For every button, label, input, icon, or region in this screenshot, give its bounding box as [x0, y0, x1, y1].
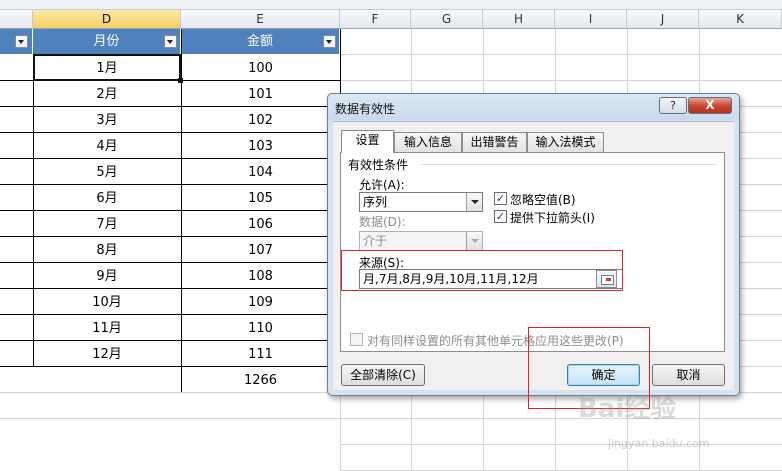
filter-dropdown-icon[interactable]: [15, 35, 28, 48]
clear-all-button[interactable]: 全部清除(C): [341, 364, 425, 386]
month-cell[interactable]: 11月: [33, 314, 181, 340]
cell-border: [0, 158, 33, 159]
tab-input-message[interactable]: 输入信息: [394, 132, 462, 152]
in-cell-dropdown-label: 提供下拉箭头(I): [510, 211, 595, 225]
ignore-blank-checkbox[interactable]: ✓: [494, 192, 507, 205]
cell-border: [0, 288, 33, 289]
watermark-brand: Bai经验: [578, 394, 677, 424]
cell-border: [0, 366, 33, 367]
column-header-e[interactable]: E: [181, 10, 340, 29]
table-header-amount-label: 金额: [246, 34, 273, 49]
cell-border: [0, 210, 33, 211]
group-divider: [420, 164, 717, 165]
close-button[interactable]: X: [688, 97, 732, 114]
amount-cell[interactable]: 106: [181, 210, 340, 236]
month-cell[interactable]: 6月: [33, 184, 181, 210]
month-cell[interactable]: 7月: [33, 210, 181, 236]
gridline: [340, 444, 782, 445]
gridline: [340, 80, 782, 81]
cell-border: [0, 340, 33, 341]
source-highlight-box: [341, 250, 623, 291]
chevron-down-icon[interactable]: [466, 193, 482, 211]
cell-border: [33, 366, 181, 367]
table-header-prev: [0, 29, 33, 54]
amount-cell[interactable]: 103: [181, 132, 340, 158]
month-cell[interactable]: 3月: [33, 106, 181, 132]
gridline: [340, 54, 782, 55]
column-header-c[interactable]: [0, 10, 33, 29]
month-cell[interactable]: 12月: [33, 340, 181, 366]
table-header-month-label: 月份: [93, 34, 120, 49]
cell-border: [0, 262, 33, 263]
cell-border: [33, 54, 34, 366]
table-header-month: 月份: [33, 29, 181, 54]
watermark-url: jingyan.baidu.com: [608, 437, 710, 450]
month-cell[interactable]: 5月: [33, 158, 181, 184]
gridline: [0, 418, 340, 419]
column-header-h[interactable]: H: [483, 10, 555, 29]
column-header-i[interactable]: I: [555, 10, 627, 29]
amount-cell[interactable]: 107: [181, 236, 340, 262]
cell-border: [0, 314, 33, 315]
cell-border: [0, 132, 33, 133]
in-cell-dropdown-checkbox[interactable]: ✓: [494, 210, 507, 223]
allow-select-value: 序列: [363, 195, 388, 209]
cell-border: [0, 236, 33, 237]
amount-cell[interactable]: 104: [181, 158, 340, 184]
cancel-button[interactable]: 取消: [652, 364, 725, 386]
column-header-f[interactable]: F: [340, 10, 411, 29]
amount-cell[interactable]: 105: [181, 184, 340, 210]
ignore-blank-label: 忽略空值(B): [510, 193, 576, 207]
filter-dropdown-icon[interactable]: [323, 35, 336, 48]
column-header-j[interactable]: J: [627, 10, 699, 29]
month-cell[interactable]: 10月: [33, 288, 181, 314]
dialog-title: 数据有效性: [335, 102, 396, 116]
amount-cell[interactable]: 108: [181, 262, 340, 288]
amount-cell[interactable]: 109: [181, 288, 340, 314]
tab-ime-mode[interactable]: 输入法模式: [527, 132, 604, 152]
month-cell[interactable]: 9月: [33, 262, 181, 288]
validation-criteria-label: 有效性条件: [348, 158, 409, 172]
gridline: [340, 418, 782, 419]
cell-border: [0, 106, 33, 107]
cell-border: [0, 184, 33, 185]
chevron-down-icon[interactable]: [466, 232, 482, 250]
amount-cell[interactable]: 110: [181, 314, 340, 340]
tab-settings[interactable]: 设置: [341, 130, 394, 153]
allow-label: 允许(A):: [359, 178, 405, 192]
active-cell-border: [33, 54, 181, 81]
amount-cell[interactable]: 102: [181, 106, 340, 132]
month-cell[interactable]: 8月: [33, 236, 181, 262]
amount-cell[interactable]: 100: [181, 54, 340, 80]
column-header-k[interactable]: K: [699, 10, 782, 29]
month-cell[interactable]: 4月: [33, 132, 181, 158]
cell-border: [0, 80, 33, 81]
data-select[interactable]: 介于: [359, 231, 483, 251]
tab-error-alert[interactable]: 出错警告: [462, 132, 527, 152]
help-button[interactable]: ?: [659, 97, 687, 114]
amount-cell[interactable]: 101: [181, 80, 340, 106]
data-select-value: 介于: [363, 234, 388, 248]
allow-select[interactable]: 序列: [359, 192, 483, 212]
total-cell[interactable]: 1266: [181, 366, 340, 392]
gridline: [0, 392, 340, 393]
amount-cell[interactable]: 111: [181, 340, 340, 366]
cell-border: [181, 29, 182, 392]
table-header-amount: 金额: [181, 29, 340, 54]
column-header-d[interactable]: D: [33, 10, 181, 29]
data-label: 数据(D):: [359, 215, 406, 229]
month-cell[interactable]: 2月: [33, 80, 181, 106]
column-header-g[interactable]: G: [411, 10, 483, 29]
fill-handle[interactable]: [178, 78, 183, 83]
apply-all-checkbox[interactable]: [350, 333, 363, 346]
sheet-top-strip: [0, 0, 782, 10]
filter-dropdown-icon[interactable]: [164, 35, 177, 48]
